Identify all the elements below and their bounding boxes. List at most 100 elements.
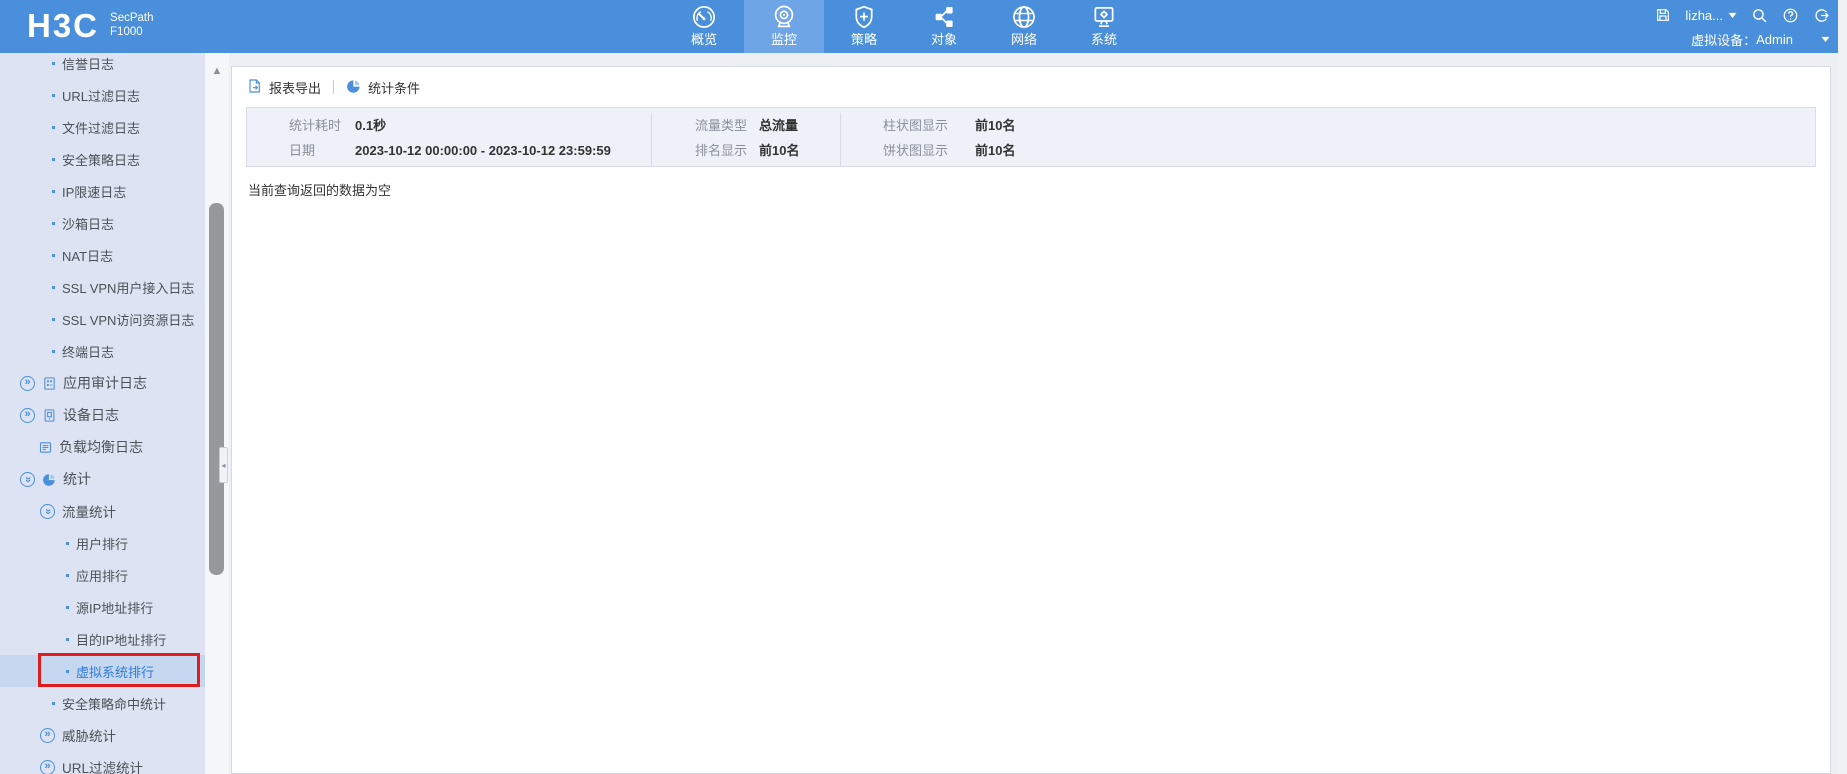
bullet-icon	[66, 573, 69, 577]
sidebar-item-app-ranking[interactable]: 应用排行	[0, 559, 205, 591]
brand: H3C SecPath F1000	[27, 6, 154, 46]
sidebar-item-label: URL过滤统计	[62, 761, 144, 774]
sidebar-item-label: 目的IP地址排行	[76, 632, 167, 648]
scroll-up-icon[interactable]: ▲	[205, 65, 229, 77]
sidebar-item-sandbox-log[interactable]: 沙箱日志	[0, 207, 205, 239]
sidebar-item-dst-ip-ranking[interactable]: 目的IP地址排行	[0, 623, 205, 655]
globe-icon	[1010, 3, 1038, 31]
summary-row: 排名显示 前10名	[695, 138, 840, 163]
nav-tab-label: 概览	[690, 32, 717, 47]
help-icon[interactable]	[1782, 7, 1799, 24]
stats-pie-icon	[42, 472, 57, 487]
nav-tab-network[interactable]: 网络	[984, 0, 1064, 53]
sidebar-item-label: 统计	[63, 471, 91, 487]
system-icon	[1090, 3, 1118, 31]
summary-row: 饼状图显示 前10名	[883, 138, 1815, 163]
logout-icon[interactable]	[1813, 7, 1830, 24]
nav-tab-monitor[interactable]: 监控	[744, 0, 824, 53]
sidebar-item-security-policy-hit-statistics[interactable]: 安全策略命中统计	[0, 687, 205, 719]
user-menu[interactable]: lizha...	[1685, 8, 1737, 23]
summary-label: 统计耗时	[289, 118, 342, 133]
sidebar-item-load-balance-log[interactable]: 负载均衡日志	[0, 431, 205, 463]
lb-log-icon	[38, 440, 53, 455]
sidebar-collapse-handle[interactable]: ◂	[219, 447, 228, 483]
sidebar-item-sslvpn-resource-access-log[interactable]: SSL VPN访问资源日志	[0, 303, 205, 335]
sidebar-item-file-filter-log[interactable]: 文件过滤日志	[0, 111, 205, 143]
summary-value: 0.1秒	[355, 118, 387, 133]
bullet-icon	[66, 637, 69, 641]
sidebar-item-label: 设备日志	[63, 407, 119, 423]
save-icon[interactable]	[1655, 7, 1671, 23]
sidebar-item-label: 源IP地址排行	[76, 600, 154, 616]
sidebar-item-statistics[interactable]: » 统计	[0, 463, 205, 495]
content-area: 信誉日志 URL过滤日志 文件过滤日志安全策略日志 IP限速日志沙箱日志 NAT日志 SS…	[0, 53, 1838, 774]
summary-col2: 流量类型 总流量排名显示 前10名	[651, 113, 840, 166]
bullet-icon	[52, 317, 55, 321]
sidebar-item-url-filter-statistics[interactable]: » URL过滤统计	[0, 751, 205, 774]
sidebar-item-sslvpn-user-access-log[interactable]: SSL VPN用户接入日志	[0, 271, 205, 303]
statistic-conditions-label: 统计条件	[368, 80, 421, 96]
product-line2: F1000	[110, 26, 143, 38]
sidebar-item-threat-statistics[interactable]: » 威胁统计	[0, 719, 205, 751]
sidebar-item-label: 文件过滤日志	[62, 120, 141, 136]
virtual-device-selector[interactable]: 虚拟设备： Admin	[1655, 29, 1830, 49]
sidebar-item-user-ranking[interactable]: 用户排行	[0, 527, 205, 559]
sidebar-item-label: SSL VPN访问资源日志	[62, 312, 195, 328]
sidebar-item-endpoint-log[interactable]: 终端日志	[0, 335, 205, 367]
sidebar-item-device-log[interactable]: » 设备日志	[0, 399, 205, 431]
nav-tab-system[interactable]: 系统	[1064, 0, 1144, 53]
bullet-icon	[52, 221, 55, 225]
sidebar-item-label: 终端日志	[62, 344, 115, 360]
scrollbar-thumb[interactable]	[209, 203, 224, 575]
sidebar-item-reputation-log[interactable]: 信誉日志	[0, 53, 205, 79]
sidebar-item-traffic-statistics[interactable]: » 流量统计	[0, 495, 205, 527]
sidebar-item-src-ip-ranking[interactable]: 源IP地址排行	[0, 591, 205, 623]
statistic-conditions-button[interactable]: 统计条件	[346, 78, 420, 97]
report-export-button[interactable]: 报表导出	[247, 78, 321, 97]
sidebar-item-virtual-system-ranking[interactable]: 虚拟系统排行	[0, 653, 205, 687]
gauge-icon	[690, 3, 718, 31]
sidebar-item-label: 负载均衡日志	[59, 439, 143, 455]
nav-tab-label: 系统	[1090, 32, 1117, 47]
bullet-icon	[52, 349, 55, 353]
summary-label: 流量类型	[695, 118, 748, 133]
bullet-icon	[52, 61, 55, 65]
nav-tab-label: 监控	[770, 32, 797, 47]
virtual-device-value: Admin	[1756, 31, 1793, 47]
sidebar-item-security-policy-log[interactable]: 安全策略日志	[0, 143, 205, 175]
sidebar-menu: 信誉日志 URL过滤日志 文件过滤日志安全策略日志 IP限速日志沙箱日志 NAT日志 SS…	[0, 53, 205, 774]
nav-tab-policy[interactable]: 策略	[824, 0, 904, 53]
device-log-icon	[42, 408, 57, 423]
sidebar-scrollbar[interactable]: ▲	[205, 53, 229, 774]
sidebar-item-url-filter-log[interactable]: URL过滤日志	[0, 79, 205, 111]
summary-col3: 柱状图显示 前10名 饼状图显示 前10名	[840, 113, 1815, 166]
user-area: lizha... 虚拟设备： Admin	[1655, 5, 1830, 49]
nav-tab-object[interactable]: 对象	[904, 0, 984, 53]
main-region: 报表导出 统计条件 统计耗时 0.1秒日期 2023-10-12 00:00:00 …	[229, 53, 1838, 774]
search-icon[interactable]	[1751, 7, 1768, 24]
sidebar-item-label: 应用审计日志	[63, 375, 147, 391]
caret-down-icon	[1821, 36, 1830, 43]
bullet-icon	[52, 189, 55, 193]
sidebar-item-ip-rate-limit-log[interactable]: IP限速日志	[0, 175, 205, 207]
sidebar-item-nat-log[interactable]: NAT日志	[0, 239, 205, 271]
chevron-down-circle-icon: »	[40, 503, 55, 519]
user-name-label: lizha...	[1685, 7, 1723, 23]
sidebar-item-label: SSL VPN用户接入日志	[62, 280, 195, 296]
toolbar-divider	[333, 80, 335, 94]
nav-tab-overview[interactable]: 概览	[664, 0, 744, 53]
summary-value: 总流量	[759, 118, 799, 133]
sidebar-item-label: 沙箱日志	[62, 216, 115, 232]
chevron-down-circle-icon: »	[20, 471, 35, 487]
sidebar-item-label: URL过滤日志	[62, 88, 141, 104]
summary-label: 排名显示	[695, 143, 748, 158]
summary-row: 日期 2023-10-12 00:00:00 - 2023-10-12 23:59…	[289, 138, 651, 163]
sidebar-item-label: 安全策略命中统计	[62, 696, 167, 712]
chevron-right-circle-icon: »	[40, 759, 55, 774]
product-name: SecPath F1000	[110, 11, 153, 46]
h3c-logo: H3C	[27, 7, 100, 44]
nav-tab-label: 对象	[930, 32, 957, 47]
sidebar-item-app-audit-log[interactable]: » 应用审计日志	[0, 367, 205, 399]
summary-row: 柱状图显示 前10名	[883, 113, 1815, 138]
virtual-device-label: 虚拟设备：	[1691, 32, 1757, 48]
